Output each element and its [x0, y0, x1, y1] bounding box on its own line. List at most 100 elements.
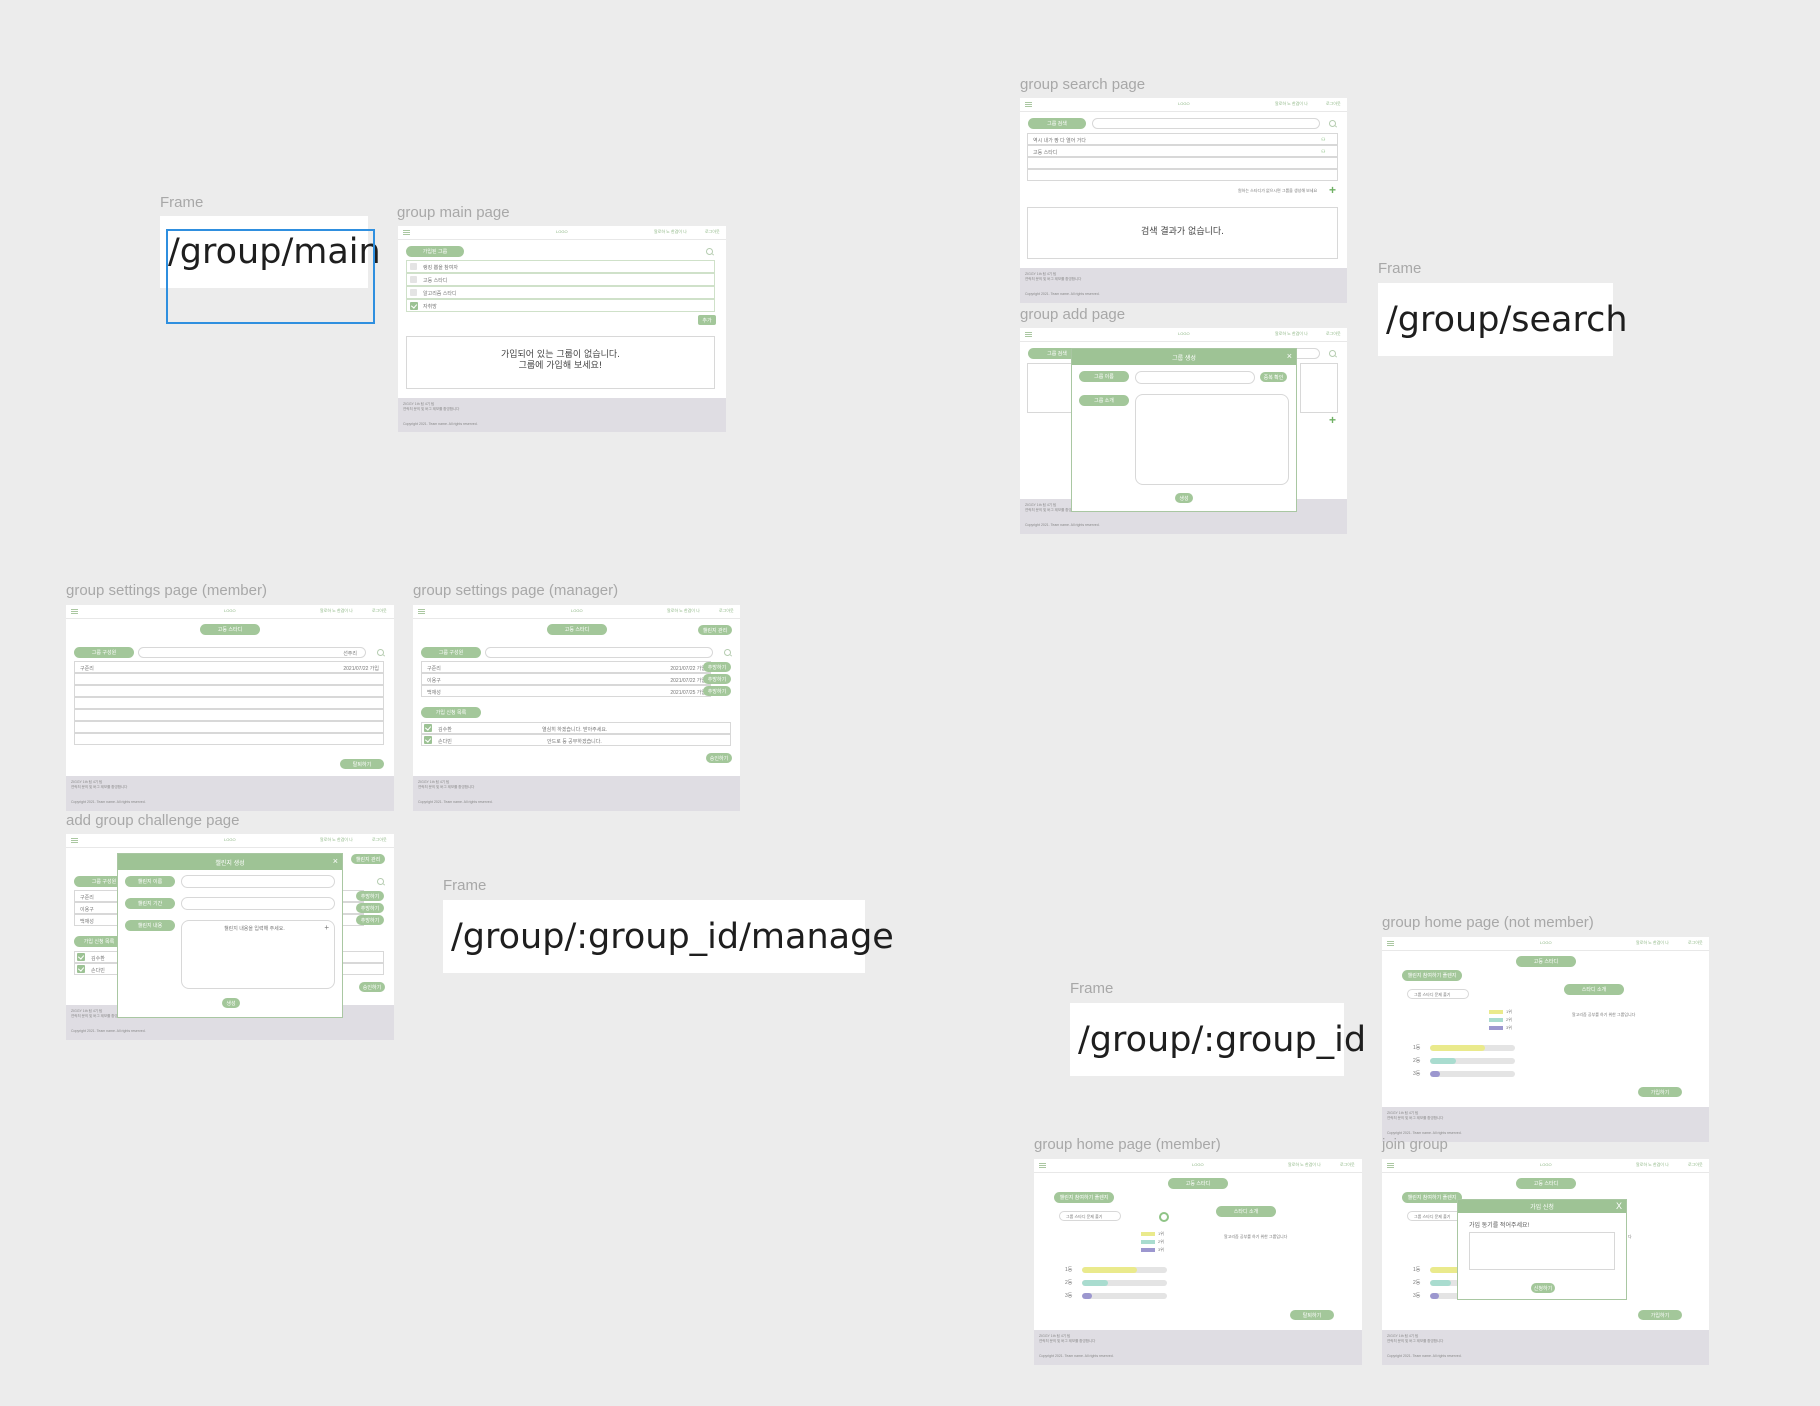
menu-icon[interactable]: [1025, 332, 1032, 337]
search-icon[interactable]: [724, 649, 731, 656]
checkbox-checked-icon[interactable]: [77, 953, 85, 961]
request-row[interactable]: 김수환 열심히 하겠습니다. 받아주세요.: [421, 722, 731, 734]
challenge-name-input[interactable]: [181, 875, 335, 888]
leave-button[interactable]: 탈퇴하기: [1290, 1310, 1334, 1320]
challenge-item[interactable]: 그룹 스타디 문제 풀기: [1407, 989, 1469, 999]
duplicate-check-button[interactable]: 중복 확인: [1260, 372, 1287, 382]
checkbox-checked-icon[interactable]: [77, 965, 85, 973]
search-result-row[interactable]: [1027, 157, 1338, 169]
group-name-input[interactable]: [1135, 371, 1255, 384]
kick-button[interactable]: 추방하기: [356, 891, 384, 901]
menu-icon[interactable]: [1025, 102, 1032, 107]
add-group-icon[interactable]: +: [1329, 414, 1336, 426]
group-intro-textarea[interactable]: [1135, 394, 1289, 485]
menu-icon[interactable]: [1387, 1163, 1394, 1168]
menu-icon[interactable]: [1039, 1163, 1046, 1168]
user-link[interactable]: 알로하 노 한겹이 나: [1288, 1162, 1321, 1168]
user-link[interactable]: 알로하 노 한겹이 나: [654, 229, 687, 235]
logout-link[interactable]: 로그아웃: [1688, 940, 1703, 946]
menu-icon[interactable]: [403, 230, 410, 235]
member-row[interactable]: 구준리 2021/07/22 가입: [74, 661, 384, 673]
join-reason-textarea[interactable]: [1469, 1232, 1615, 1270]
challenge-manage-button[interactable]: 챌린지 관리: [351, 854, 385, 864]
member-row[interactable]: 구준리 2021/07/22 가입: [421, 661, 711, 673]
user-link[interactable]: 알로하 노 한겹이 나: [667, 608, 700, 614]
route-frame-manage[interactable]: /group/:group_id/manage: [443, 900, 894, 973]
close-icon[interactable]: ×: [333, 857, 338, 866]
list-item[interactable]: 자취방: [406, 299, 715, 312]
search-result-row[interactable]: [1027, 169, 1338, 181]
checkbox-checked-icon[interactable]: [410, 302, 418, 310]
list-item[interactable]: 고등 스타디: [406, 273, 715, 286]
logout-link[interactable]: 로그아웃: [1688, 1162, 1703, 1168]
logout-link[interactable]: 로그아웃: [372, 608, 387, 614]
search-icon[interactable]: [377, 649, 384, 656]
member-search-input[interactable]: 선주리: [138, 647, 366, 658]
user-link[interactable]: 알로하 노 한겹이 나: [1636, 1162, 1669, 1168]
kick-button[interactable]: 추방하기: [356, 903, 384, 913]
menu-icon[interactable]: [71, 838, 78, 843]
logout-link[interactable]: 로그아웃: [1326, 101, 1341, 107]
kick-button[interactable]: 추방하기: [703, 674, 731, 684]
search-icon[interactable]: [1329, 120, 1336, 127]
search-result-row[interactable]: 역시 내가 짱 다 열어 거다 ⚇: [1027, 133, 1338, 145]
join-request-modal[interactable]: 가입 신청 X 가입 동기를 적어주세요! 신청하기: [1457, 1199, 1627, 1300]
user-link[interactable]: 알로하 노 한겹이 나: [1636, 940, 1669, 946]
checkbox-checked-icon[interactable]: [424, 724, 432, 732]
checkbox-icon[interactable]: [410, 263, 417, 270]
search-icon[interactable]: [706, 248, 713, 255]
menu-icon[interactable]: [71, 609, 78, 614]
add-group-challenge-page[interactable]: LOGO 알로하 노 한겹이 나 로그아웃 챌린지 관리 그룹 구성원 구준리 …: [66, 834, 394, 1040]
create-button[interactable]: 생성: [222, 998, 240, 1008]
group-main-page[interactable]: LOGO 알로하 노 한겹이 나 로그아웃 가입된 그룹 랭킹 뽑을 참여자 고…: [398, 226, 726, 432]
approve-button[interactable]: 승인하기: [359, 982, 385, 992]
group-settings-manager-page[interactable]: LOGO 알로하 노 한겹이 나 로그아웃 고등 스타디 챌린지 관리 그룹 구…: [413, 605, 740, 811]
group-home-not-member-page[interactable]: LOGO 알로하 노 한겹이 나 로그아웃 고등 스타디 챌린지 참여하기 플렌…: [1382, 937, 1709, 1142]
close-icon[interactable]: X: [1616, 1202, 1622, 1211]
add-button[interactable]: 추가: [698, 315, 716, 325]
kick-button[interactable]: 추방하기: [703, 686, 731, 696]
challenge-content-textarea[interactable]: 챌린지 내용을 입력해 주세요. +: [181, 920, 335, 989]
logout-link[interactable]: 로그아웃: [719, 608, 734, 614]
search-result-row[interactable]: 고등 스타디 ⚇: [1027, 145, 1338, 157]
search-icon[interactable]: [1329, 350, 1336, 357]
user-link[interactable]: 알로하 노 한겹이 나: [320, 837, 353, 843]
menu-icon[interactable]: [1387, 941, 1394, 946]
checkbox-icon[interactable]: [410, 289, 417, 296]
add-group-icon[interactable]: +: [1329, 184, 1336, 196]
join-group-page[interactable]: LOGO 알로하 노 한겹이 나 로그아웃 고등 스타디 챌린지 참여하기 플렌…: [1382, 1159, 1709, 1365]
approve-button[interactable]: 승인하기: [706, 753, 732, 763]
group-home-member-page[interactable]: LOGO 알로하 노 한겹이 나 로그아웃 고등 스타디 챌린지 참여하기 플렌…: [1034, 1159, 1362, 1365]
logout-link[interactable]: 로그아웃: [1340, 1162, 1355, 1168]
challenge-item[interactable]: 그룹 스타디 문제 풀기: [1059, 1211, 1121, 1221]
checkbox-icon[interactable]: [410, 276, 417, 283]
create-challenge-modal[interactable]: 챌린지 생성 × 챌린지 이름 챌린지 기간 챌린지 내용 챌린지 내용을 입력…: [117, 853, 343, 1018]
logout-link[interactable]: 로그아웃: [705, 229, 720, 235]
challenge-manage-button[interactable]: 챌린지 관리: [698, 625, 732, 635]
create-button[interactable]: 생성: [1175, 493, 1193, 503]
kick-button[interactable]: 추방하기: [703, 662, 731, 672]
kick-button[interactable]: 추방하기: [356, 915, 384, 925]
group-search-page[interactable]: LOGO 알로하 노 한겹이 나 로그아웃 그룹 검색 역시 내가 짱 다 열어…: [1020, 98, 1347, 303]
user-link[interactable]: 알로하 노 한겹이 나: [1275, 101, 1308, 107]
member-search-input[interactable]: [485, 647, 713, 658]
create-group-modal[interactable]: 그룹 생성 × 그룹 이름 중복 확인 그룹 소개 생성: [1071, 348, 1297, 512]
search-icon[interactable]: [377, 878, 384, 885]
search-input[interactable]: [1092, 118, 1320, 129]
join-button[interactable]: 가입하기: [1638, 1087, 1682, 1097]
apply-button[interactable]: 신청하기: [1531, 1283, 1555, 1293]
route-frame-search[interactable]: /group/search: [1378, 283, 1628, 356]
group-settings-member-page[interactable]: LOGO 알로하 노 한겹이 나 로그아웃 고등 스타디 그룹 구성원 선주리 …: [66, 605, 394, 811]
close-icon[interactable]: ×: [1287, 352, 1292, 361]
logout-link[interactable]: 로그아웃: [372, 837, 387, 843]
plus-icon[interactable]: +: [324, 923, 329, 932]
list-item[interactable]: 알고리즘 스타디: [406, 286, 715, 299]
challenge-period-input[interactable]: [181, 897, 335, 910]
request-row[interactable]: 손다빈 안드로 등 공부하겠습니다.: [421, 734, 731, 746]
join-button[interactable]: 가입하기: [1638, 1310, 1682, 1320]
group-add-page[interactable]: LOGO 알로하 노 한겹이 나 로그아웃 그룹 검색 + ZIGGY 1th …: [1020, 328, 1347, 534]
member-row[interactable]: 이용구 2021/07/22 가입: [421, 673, 711, 685]
route-frame-group-id[interactable]: /group/:group_id: [1070, 1003, 1366, 1076]
user-link[interactable]: 알로하 노 한겹이 나: [320, 608, 353, 614]
list-item[interactable]: 랭킹 뽑을 참여자: [406, 260, 715, 273]
